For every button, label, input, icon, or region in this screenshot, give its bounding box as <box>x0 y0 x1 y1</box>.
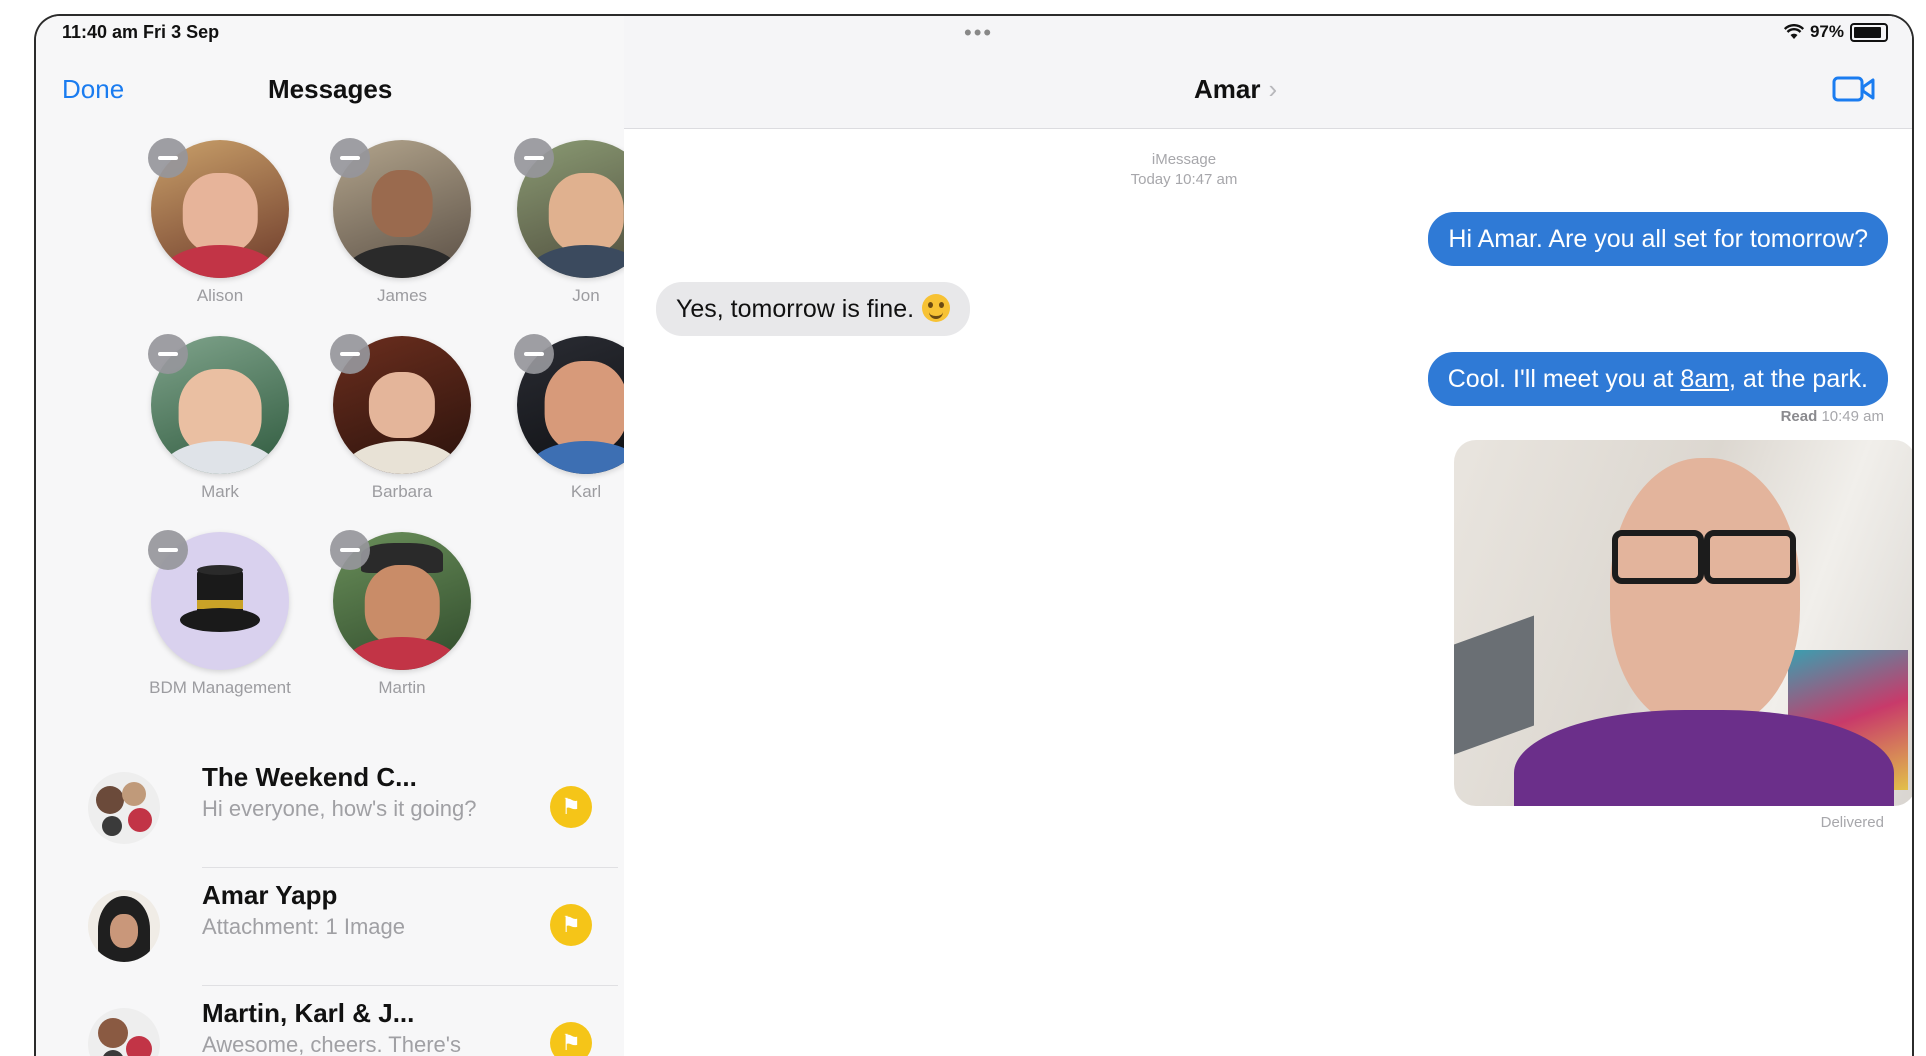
read-receipt: Read 10:49 am <box>1781 408 1884 425</box>
conversation-weekend[interactable]: The Weekend C... Hi everyone, how's it g… <box>88 750 618 868</box>
conversation-meta: iMessage Today 10:47 am <box>1104 150 1264 190</box>
pinned-contact-mark[interactable]: Mark <box>128 334 312 502</box>
smiley-emoji-icon <box>922 294 951 322</box>
conversation-list-pane: 11:40 am Fri 3 Sep Done Messages Alison … <box>36 16 655 1056</box>
remove-pin-icon[interactable] <box>148 530 188 570</box>
conversation-martin-karl-j[interactable]: Martin, Karl & J... Awesome, cheers. The… <box>88 986 618 1056</box>
ipad-screen: 11:40 am Fri 3 Sep Done Messages Alison … <box>34 14 1914 1056</box>
pinned-name: Alison <box>196 286 244 305</box>
battery-icon <box>1850 22 1888 42</box>
pinned-name: James <box>376 286 428 305</box>
group-avatar <box>88 1008 160 1056</box>
remove-pin-icon[interactable] <box>330 334 370 374</box>
chevron-right-icon: › <box>1268 74 1278 104</box>
remove-pin-icon[interactable] <box>330 530 370 570</box>
pinned-name: Mark <box>201 482 239 501</box>
conversation-amar-yapp[interactable]: Amar Yapp Attachment: 1 Image ⚑ <box>88 868 618 986</box>
pin-icon: ⚑ <box>550 904 592 946</box>
pinned-contact-martin[interactable]: Martin <box>310 530 494 698</box>
delivered-status: Delivered <box>1820 814 1884 831</box>
message-text-part: , at the park. <box>1729 365 1868 393</box>
service-label: iMessage <box>1151 151 1217 168</box>
pinned-name: Barbara <box>371 482 433 501</box>
conversation-name: The Weekend C... <box>202 762 417 792</box>
multitasking-dots[interactable]: ••• <box>964 20 993 46</box>
time-link[interactable]: 8am <box>1680 365 1729 393</box>
message-incoming[interactable]: Yes, tomorrow is fine. <box>656 282 971 336</box>
remove-pin-icon[interactable] <box>514 138 554 178</box>
conversation-name: Amar Yapp <box>202 880 338 910</box>
message-outgoing[interactable]: Hi Amar. Are you all set for tomorrow? <box>1428 212 1888 266</box>
conversation-timestamp: Today 10:47 am <box>1130 171 1238 188</box>
contact-name: Amar <box>1194 74 1261 104</box>
read-time: 10:49 am <box>1821 408 1884 425</box>
done-button[interactable]: Done <box>62 74 124 105</box>
message-text: Hi Amar. Are you all set for tomorrow? <box>1448 225 1868 253</box>
group-avatar <box>88 772 160 844</box>
avatar <box>88 890 160 962</box>
remove-pin-icon[interactable] <box>330 138 370 178</box>
read-label: Read <box>1780 408 1818 425</box>
messages-title: Messages <box>268 74 393 104</box>
message-outgoing[interactable]: Cool. I'll meet you at 8am, at the park. <box>1427 352 1888 406</box>
pinned-contact-barbara[interactable]: Barbara <box>310 334 494 502</box>
photo-attachment[interactable] <box>1454 440 1912 806</box>
conversation-preview: Hi everyone, how's it going? <box>202 796 477 821</box>
message-text-part: Cool. I'll meet you at <box>1447 365 1681 393</box>
pin-icon: ⚑ <box>550 786 592 828</box>
contact-name-button[interactable]: Amar › <box>1194 74 1277 105</box>
pinned-name: BDM Management <box>149 678 291 697</box>
remove-pin-icon[interactable] <box>514 334 554 374</box>
message-text: Yes, tomorrow is fine. <box>676 295 915 323</box>
status-right: 97% <box>1783 22 1888 42</box>
chat-pane: ••• 97% Amar › iMessage Today 10:47 am H… <box>624 16 1912 1056</box>
remove-pin-icon[interactable] <box>148 334 188 374</box>
video-call-icon[interactable] <box>1832 74 1876 109</box>
wifi-icon <box>1783 24 1804 39</box>
battery-percent: 97% <box>1809 22 1844 41</box>
remove-pin-icon[interactable] <box>148 138 188 178</box>
pinned-name: Martin <box>378 678 426 697</box>
conversation-preview: Awesome, cheers. There's <box>202 1032 461 1056</box>
pinned-contact-james[interactable]: James <box>310 138 494 306</box>
chat-header: ••• 97% Amar › <box>624 16 1912 129</box>
status-time: 11:40 am Fri 3 Sep <box>62 22 220 42</box>
pinned-contact-bdm-management[interactable]: BDM Management <box>128 530 312 698</box>
conversation-preview: Attachment: 1 Image <box>202 914 405 939</box>
conversation-name: Martin, Karl & J... <box>202 998 415 1028</box>
pinned-contact-alison[interactable]: Alison <box>128 138 312 306</box>
